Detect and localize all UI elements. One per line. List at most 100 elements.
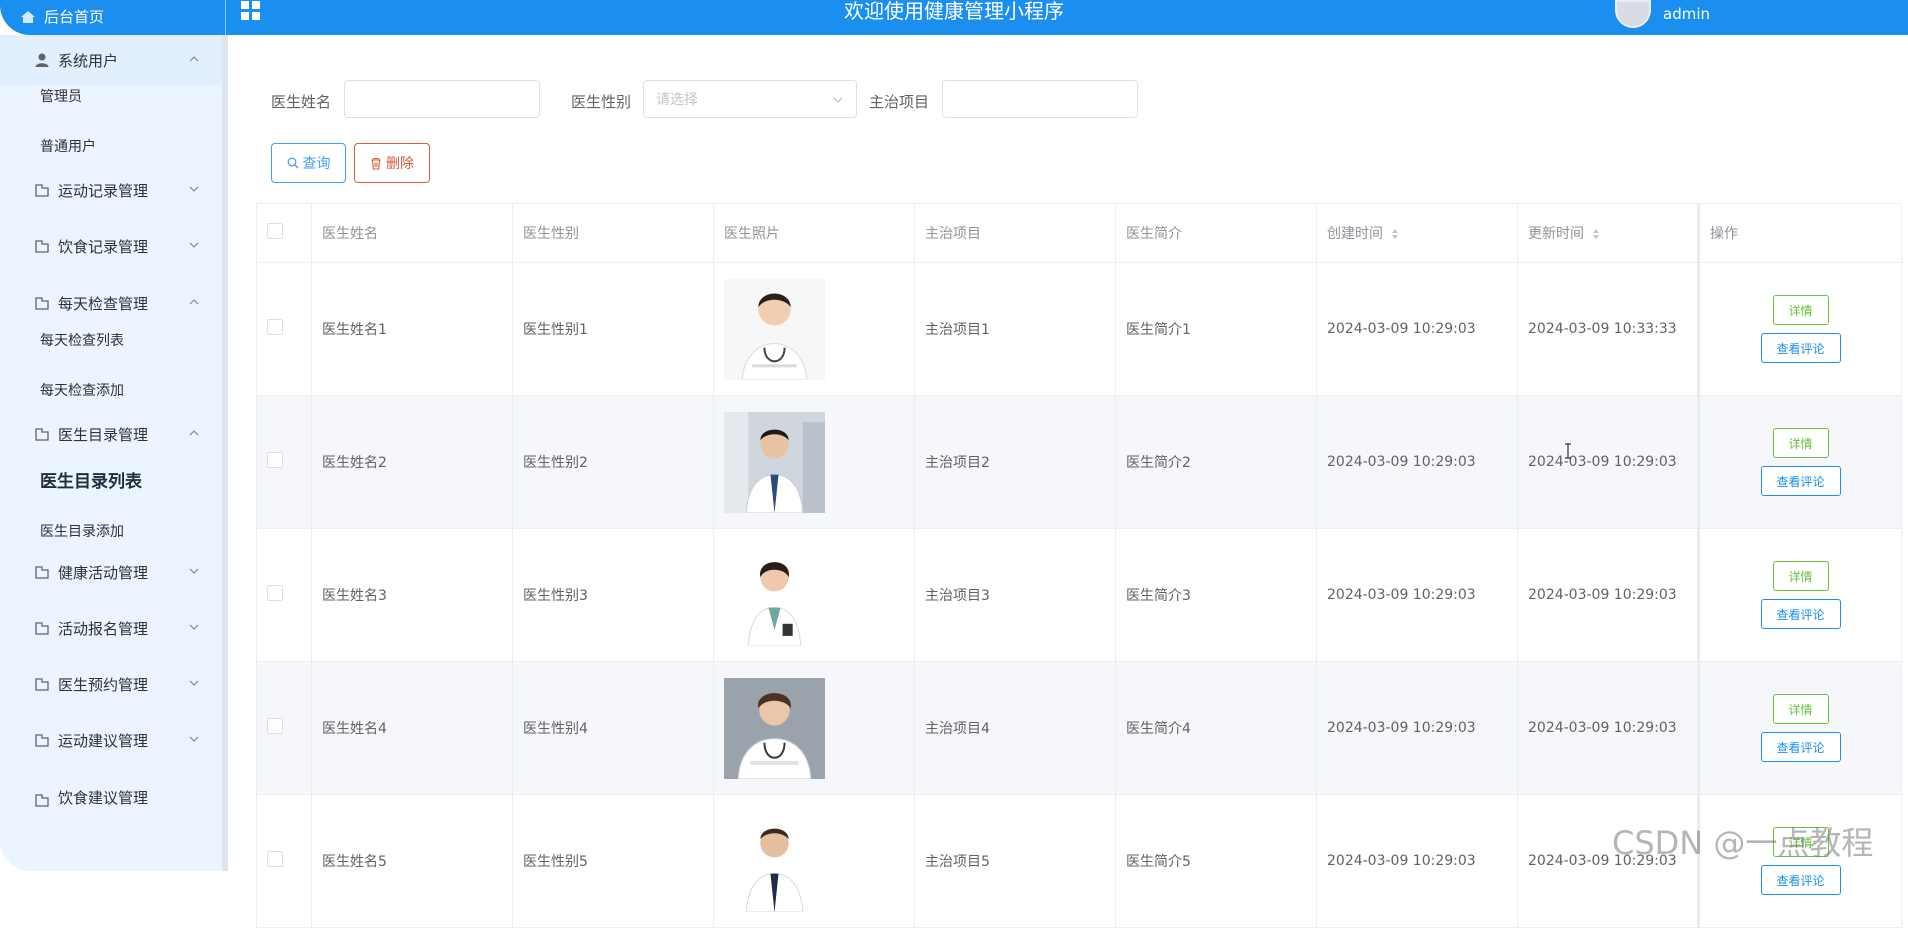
detail-button[interactable]: 详情 (1772, 694, 1829, 724)
view-comments-button[interactable]: 查看评论 (1760, 466, 1841, 496)
cell-updated: 2024-03-09 10:33:33 (1517, 262, 1699, 396)
submenu-daily-check-add[interactable]: 每天检查添加 (0, 366, 222, 414)
detail-button[interactable]: 详情 (1772, 295, 1829, 325)
cell-intro: 医生简介5 (1115, 794, 1317, 928)
sort-icon[interactable] (1592, 228, 1600, 240)
menu-doctor-directory[interactable]: 医生目录管理 (0, 409, 222, 459)
doctor-gender-select[interactable]: 请选择 (643, 80, 857, 118)
sort-icon[interactable] (1391, 228, 1399, 240)
row-checkbox[interactable] (267, 851, 283, 867)
doctor-name-input[interactable] (344, 80, 540, 118)
home-link[interactable]: 后台首页 (20, 6, 104, 27)
username: admin (1663, 5, 1710, 23)
cell-intro: 医生简介3 (1115, 528, 1317, 662)
submenu-doctor-list[interactable]: 医生目录列表 (0, 455, 222, 503)
row-select-cell[interactable] (256, 262, 312, 396)
gender-placeholder: 请选择 (656, 92, 698, 108)
main-content: 医生姓名 医生性别 请选择 主治项目 查询 删除 医生姓名 医生性别 医生照片 … (234, 43, 1908, 928)
menu-exercise-advice[interactable]: 运动建议管理 (0, 715, 222, 765)
cell-operations: 详情 查看评论 (1697, 528, 1902, 662)
row-select-cell[interactable] (256, 395, 312, 529)
menu-doctor-appointment[interactable]: 医生预约管理 (0, 659, 222, 709)
chevron-down-icon (189, 568, 199, 574)
main-project-label: 主治项目 (869, 93, 930, 111)
watermark: CSDN @一点教程 (1612, 824, 1874, 862)
detail-button[interactable]: 详情 (1772, 561, 1829, 591)
row-checkbox[interactable] (267, 452, 283, 468)
cell-project: 主治项目2 (914, 395, 1116, 529)
folder-icon (35, 240, 49, 253)
delete-button[interactable]: 删除 (354, 143, 430, 183)
cell-name: 医生姓名5 (311, 794, 513, 928)
chevron-down-icon (189, 242, 199, 248)
row-select-cell[interactable] (256, 794, 312, 928)
menu-diet-records[interactable]: 饮食记录管理 (0, 221, 222, 271)
submenu-normal-user[interactable]: 普通用户 (0, 122, 222, 170)
submenu-admin[interactable]: 管理员 (0, 72, 222, 120)
row-select-cell[interactable] (256, 661, 312, 795)
user-menu[interactable]: admin (1615, 0, 1710, 28)
submenu-label: 每天检查添加 (40, 383, 124, 399)
user-icon (35, 53, 49, 67)
doctor-gender-label: 医生性别 (571, 93, 632, 111)
chevron-down-icon (189, 186, 199, 192)
cell-project: 主治项目4 (914, 661, 1116, 795)
cell-gender: 医生性别2 (512, 395, 714, 529)
cell-operations: 详情 查看评论 (1697, 395, 1902, 529)
table-row: 医生姓名4 医生性别4 主治项目4 医生简介4 2024-03-09 10:29… (256, 661, 1902, 795)
cell-gender: 医生性别3 (512, 528, 714, 662)
cell-intro: 医生简介4 (1115, 661, 1317, 795)
header-select-all[interactable] (256, 203, 312, 263)
created-time-label: 创建时间 (1327, 226, 1383, 242)
header-operations: 操作 (1697, 203, 1902, 263)
row-checkbox[interactable] (267, 718, 283, 734)
query-button[interactable]: 查询 (271, 143, 346, 183)
menu-health-activity[interactable]: 健康活动管理 (0, 547, 222, 597)
menu-label: 运动建议管理 (58, 731, 149, 750)
menu-label: 饮食建议管理 (58, 789, 149, 807)
detail-button[interactable]: 详情 (1772, 428, 1829, 458)
cell-operations: 详情 查看评论 (1697, 661, 1902, 795)
menu-exercise-records[interactable]: 运动记录管理 (0, 165, 222, 215)
submenu-label: 医生目录列表 (40, 471, 142, 492)
grid-menu-icon[interactable] (240, 0, 262, 22)
cell-updated: 2024-03-09 10:29:03 (1517, 395, 1699, 529)
main-project-input[interactable] (942, 80, 1138, 118)
header-divider (225, 0, 226, 35)
submenu-label: 普通用户 (40, 139, 96, 155)
view-comments-button[interactable]: 查看评论 (1760, 599, 1841, 629)
chevron-up-icon (189, 299, 199, 305)
header-doctor-gender: 医生性别 (512, 203, 714, 263)
cell-project: 主治项目3 (914, 528, 1116, 662)
cell-gender: 医生性别5 (512, 794, 714, 928)
doctor-photo (724, 411, 825, 513)
header-updated-time[interactable]: 更新时间 (1517, 203, 1699, 263)
header-doctor-intro: 医生简介 (1115, 203, 1317, 263)
cell-intro: 医生简介2 (1115, 395, 1317, 529)
select-all-checkbox[interactable] (267, 223, 283, 239)
row-checkbox[interactable] (267, 319, 283, 335)
view-comments-button[interactable]: 查看评论 (1760, 333, 1841, 363)
doctor-photo (724, 677, 825, 779)
row-select-cell[interactable] (256, 528, 312, 662)
doctor-name-label: 医生姓名 (271, 93, 332, 111)
view-comments-button[interactable]: 查看评论 (1760, 732, 1841, 762)
cell-operations: 详情 查看评论 (1697, 262, 1902, 396)
home-icon (21, 10, 35, 23)
cell-project: 主治项目5 (914, 794, 1116, 928)
chevron-down-icon (189, 624, 199, 630)
folder-icon (35, 566, 49, 579)
menu-diet-advice[interactable]: 饮食建议管理 (0, 768, 222, 808)
row-checkbox[interactable] (267, 585, 283, 601)
avatar[interactable] (1615, 0, 1651, 28)
submenu-daily-check-list[interactable]: 每天检查列表 (0, 316, 222, 364)
header-created-time[interactable]: 创建时间 (1316, 203, 1518, 263)
cell-updated: 2024-03-09 10:29:03 (1517, 528, 1699, 662)
folder-icon (35, 428, 49, 441)
cell-created: 2024-03-09 10:29:03 (1316, 262, 1518, 396)
view-comments-button[interactable]: 查看评论 (1760, 865, 1841, 895)
folder-icon (35, 622, 49, 635)
menu-activity-signup[interactable]: 活动报名管理 (0, 603, 222, 653)
header-doctor-name: 医生姓名 (311, 203, 513, 263)
chevron-down-icon (833, 97, 843, 103)
